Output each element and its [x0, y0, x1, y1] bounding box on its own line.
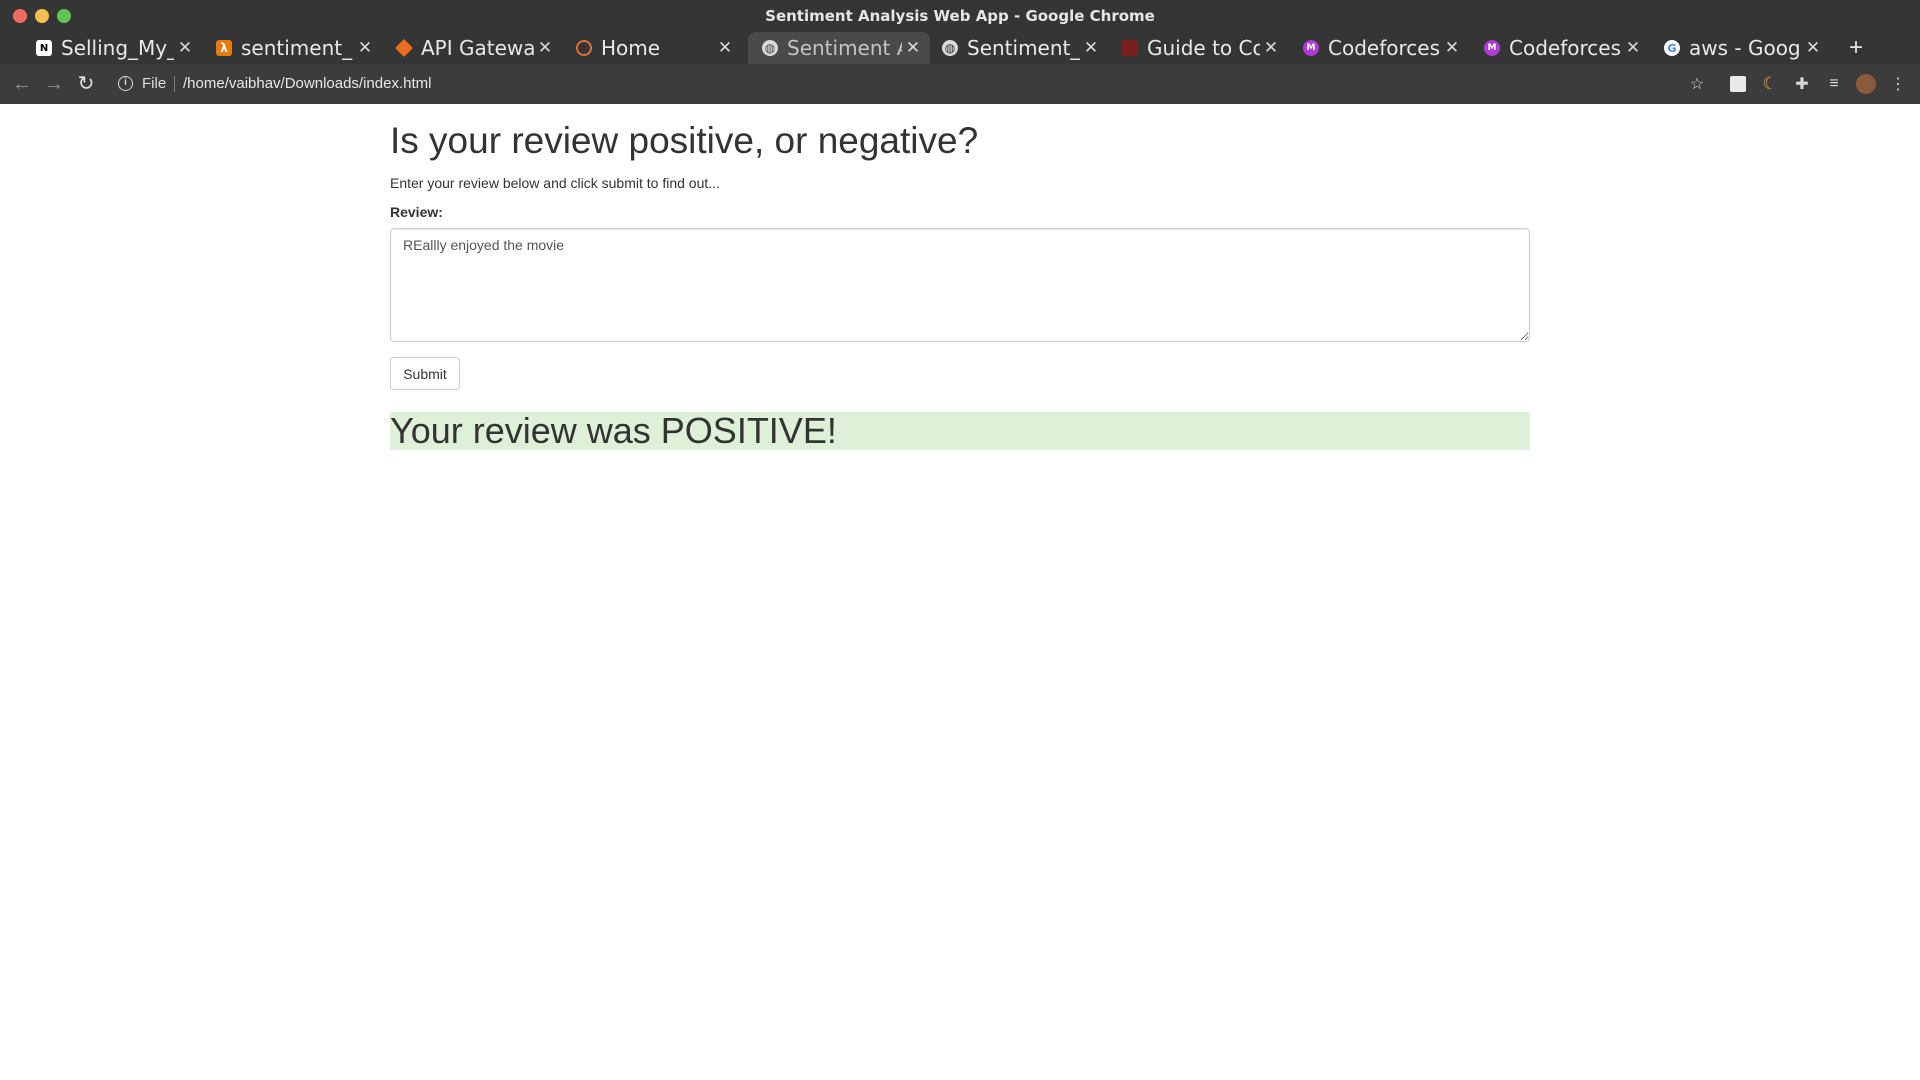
tab-label: Codeforces [1509, 36, 1621, 60]
url-separator [174, 76, 175, 92]
tab-aws-google[interactable]: G aws - Google ✕ [1650, 32, 1830, 64]
tab-label: Sentiment A [787, 36, 902, 60]
tab-codeforces-2[interactable]: M Codeforces ✕ [1470, 32, 1650, 64]
reload-icon[interactable]: ↻ [74, 72, 98, 96]
tab-guide-to-co[interactable]: Guide to Co ✕ [1108, 32, 1288, 64]
api-gateway-icon [394, 38, 414, 58]
close-icon[interactable]: ✕ [1260, 38, 1282, 58]
close-icon[interactable]: ✕ [1802, 38, 1824, 58]
globe-icon: ◍ [942, 40, 958, 56]
profile-avatar[interactable] [1856, 74, 1876, 94]
web-page: Is your review positive, or negative? En… [0, 104, 1920, 1080]
result-alert: Your review was POSITIVE! [390, 412, 1530, 450]
tab-strip: N Selling_My_ ✕ λ sentiment_l ✕ API Gate… [0, 32, 1920, 88]
extensions-puzzle-icon[interactable]: ✚ [1792, 74, 1812, 94]
jupyter-icon [576, 40, 592, 56]
globe-icon: ◍ [762, 40, 778, 56]
close-icon[interactable]: ✕ [1080, 38, 1102, 58]
close-icon[interactable]: ✕ [174, 38, 196, 58]
medium-icon: M [1484, 40, 1500, 56]
close-icon[interactable]: ✕ [714, 38, 736, 58]
tab-label: sentiment_l [241, 36, 354, 60]
google-icon: G [1664, 40, 1680, 56]
notion-icon: N [36, 40, 52, 56]
tab-selling-my[interactable]: N Selling_My_ ✕ [22, 32, 202, 64]
tab-label: aws - Google [1689, 36, 1802, 60]
tab-label: Sentiment_A [967, 36, 1080, 60]
back-arrow-icon[interactable]: ← [10, 72, 34, 96]
tab-api-gateway[interactable]: API Gateway ✕ [382, 32, 562, 64]
title-bar: Sentiment Analysis Web App - Google Chro… [0, 0, 1920, 32]
address-toolbar: ← → ↻ i File /home/vaibhav/Downloads/ind… [0, 64, 1920, 104]
more-menu-icon[interactable]: ⋮ [1888, 74, 1908, 94]
info-icon[interactable]: i [118, 76, 133, 91]
close-icon[interactable]: ✕ [534, 38, 556, 58]
instructions-text: Enter your review below and click submit… [390, 175, 720, 191]
page-title: Is your review positive, or negative? [390, 120, 979, 161]
tab-sentiment-a[interactable]: ◍ Sentiment_A ✕ [928, 32, 1108, 64]
submit-button[interactable]: Submit [390, 357, 460, 390]
close-icon[interactable]: ✕ [1441, 38, 1463, 58]
window-title: Sentiment Analysis Web App - Google Chro… [765, 7, 1155, 25]
close-icon[interactable]: ✕ [354, 38, 376, 58]
tab-home[interactable]: Home ✕ [562, 32, 742, 64]
medium-icon: M [1303, 40, 1319, 56]
tab-label: Home [601, 36, 661, 60]
tab-codeforces-1[interactable]: M Codeforces ✕ [1289, 32, 1469, 64]
browser-chrome: Sentiment Analysis Web App - Google Chro… [0, 0, 1920, 104]
review-label: Review: [390, 204, 443, 220]
bookmark-star-icon[interactable]: ☆ [1687, 74, 1707, 94]
dark-mode-moon-icon[interactable]: ☾ [1760, 74, 1780, 94]
tab-sentiment-analysis[interactable]: ◍ Sentiment A ✕ [748, 32, 930, 64]
close-icon[interactable]: ✕ [902, 38, 924, 58]
tab-label: Guide to Co [1147, 36, 1260, 60]
forward-arrow-icon[interactable]: → [42, 72, 66, 96]
tab-sentiment-lambda[interactable]: λ sentiment_l ✕ [202, 32, 382, 64]
url-scheme: File [142, 75, 167, 92]
address-bar[interactable]: /home/vaibhav/Downloads/index.html [183, 75, 431, 92]
review-textarea[interactable]: REallly enjoyed the movie [390, 228, 1530, 342]
tab-label: Codeforces [1328, 36, 1440, 60]
tab-label: Selling_My_ [61, 36, 174, 60]
new-tab-button[interactable]: + [1845, 32, 1867, 64]
extension-photo-icon[interactable] [1728, 74, 1748, 94]
aws-lambda-icon: λ [216, 40, 232, 56]
bookmark-icon [1122, 40, 1138, 56]
close-icon[interactable]: ✕ [1622, 38, 1644, 58]
tab-label: API Gateway [421, 36, 534, 60]
media-queue-icon[interactable]: ≡ [1824, 74, 1844, 94]
